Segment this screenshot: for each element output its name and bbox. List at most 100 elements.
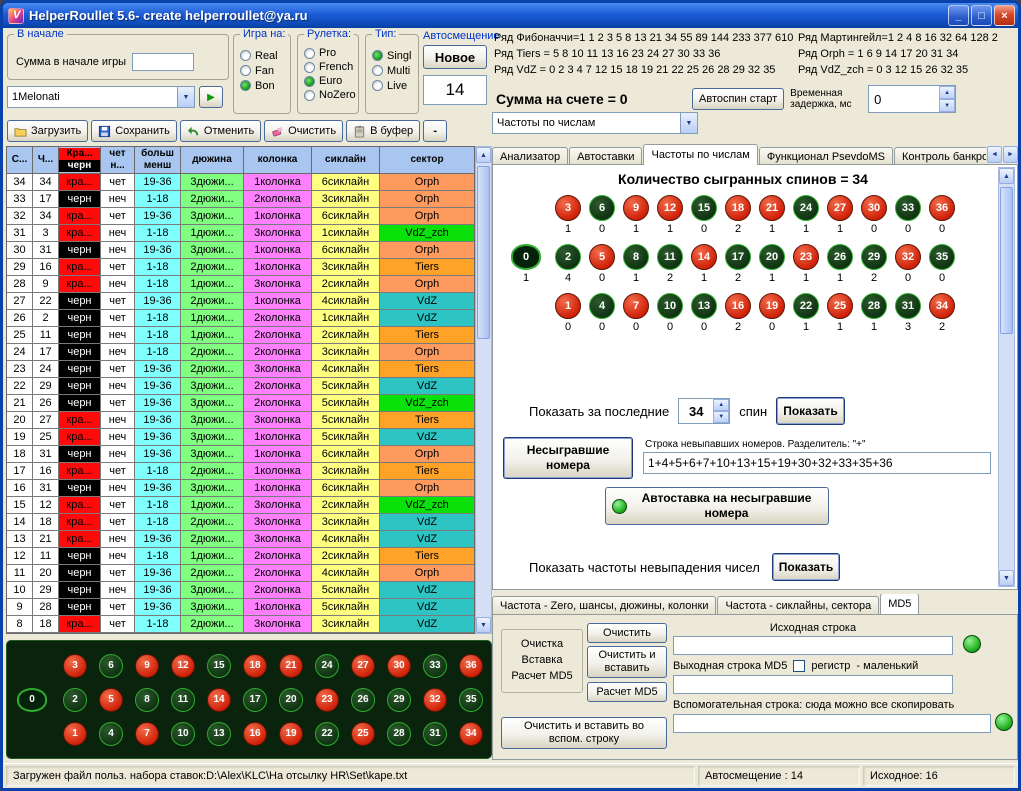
wheel-number-13[interactable]: 13 [691,293,717,319]
wheel-number-36[interactable]: 36 [459,654,483,678]
table-row[interactable]: 1716кра...чет1-182дюжи...1колонка3сиклай… [7,463,474,480]
scrollbar-track[interactable] [476,163,491,617]
wheel-number-25[interactable]: 25 [827,293,853,319]
wheel-number-22[interactable]: 22 [793,293,819,319]
radio-euro[interactable]: Euro [304,74,358,88]
wheel-number-21[interactable]: 21 [759,195,785,221]
md5-clear-paste-button[interactable]: Очистить и вставить [587,646,667,678]
scroll-down-icon[interactable]: ▼ [476,617,491,633]
wheel-number-8[interactable]: 8 [135,688,159,712]
wheel-number-27[interactable]: 27 [827,195,853,221]
save-button[interactable]: Сохранить [91,120,177,142]
wheel-number-20[interactable]: 20 [279,688,303,712]
table-row[interactable]: 313кра...неч1-181дюжи...3колонка1сиклайн… [7,225,474,242]
bottom-tab-1[interactable]: Частота - сиклайны, сектора [717,596,879,614]
wheel-number-17[interactable]: 17 [725,244,751,270]
table-row[interactable]: 1831черннеч19-363дюжи...1колонка6сиклайн… [7,446,474,463]
wheel-number-32[interactable]: 32 [895,244,921,270]
delay-spinner[interactable]: 0 ▲▼ [868,85,956,113]
wheel-number-15[interactable]: 15 [207,654,231,678]
clear-button[interactable]: Очистить [264,120,343,142]
bottom-tab-0[interactable]: Частота - Zero, шансы, дюжины, колонки [492,596,716,614]
bottom-tab-2[interactable]: MD5 [880,594,919,614]
wheel-number-28[interactable]: 28 [387,722,411,746]
wheel-number-27[interactable]: 27 [351,654,375,678]
wheel-number-11[interactable]: 11 [657,244,683,270]
wheel-number-23[interactable]: 23 [793,244,819,270]
wheel-number-6[interactable]: 6 [589,195,615,221]
wheel-number-19[interactable]: 19 [759,293,785,319]
wheel-number-23[interactable]: 23 [315,688,339,712]
maximize-button[interactable]: □ [971,5,992,26]
table-row[interactable]: 2417черннеч1-182дюжи...2колонка3сиклайнO… [7,344,474,361]
wheel-number-35[interactable]: 35 [459,688,483,712]
table-row[interactable]: 2511черннеч1-181дюжи...2колонка2сиклайнT… [7,327,474,344]
wheel-number-20[interactable]: 20 [759,244,785,270]
md5-calc-button[interactable]: Расчет MD5 [587,682,667,702]
spin-up-icon[interactable]: ▲ [713,399,729,411]
wheel-number-0[interactable]: 0 [511,244,541,270]
buffer-button[interactable]: В буфер [346,120,420,142]
table-scrollbar[interactable]: ▲ ▼ [475,146,492,634]
wheel-number-33[interactable]: 33 [423,654,447,678]
wheel-number-26[interactable]: 26 [351,688,375,712]
table-row[interactable]: 1512кра...чет1-181дюжи...3колонка2сиклай… [7,497,474,514]
main-tab-4[interactable]: Контроль банкролла [894,147,986,165]
table-row[interactable]: 1925кра...неч19-363дюжи...1колонка5сикла… [7,429,474,446]
show-missing-frequency-button[interactable]: Показать [772,553,841,581]
main-tab-2[interactable]: Частоты по числам [643,144,757,165]
scroll-down-icon[interactable]: ▼ [999,570,1014,586]
scrollbar-thumb[interactable] [1000,187,1013,334]
play-button[interactable]: ▶ [199,86,223,108]
md5-clear-button[interactable]: Очистить [587,623,667,643]
table-row[interactable]: 1321кра...неч19-362дюжи...3колонка4сикла… [7,531,474,548]
wheel-number-26[interactable]: 26 [827,244,853,270]
wheel-number-9[interactable]: 9 [135,654,159,678]
wheel-number-29[interactable]: 29 [861,244,887,270]
radio-multi[interactable]: Multi [372,63,418,78]
output-string-field[interactable] [673,675,953,694]
radio-fan[interactable]: Fan [240,63,290,78]
wheel-number-2[interactable]: 2 [555,244,581,270]
wheel-number-10[interactable]: 10 [171,722,195,746]
table-row[interactable]: 928чернчет19-363дюжи...1колонка5сиклайнV… [7,599,474,616]
wheel-number-1[interactable]: 1 [63,722,87,746]
wheel-number-5[interactable]: 5 [589,244,615,270]
table-row[interactable]: 1029черннеч19-363дюжи...2колонка5сиклайн… [7,582,474,599]
tab-scroll-left-icon[interactable]: ◄ [987,146,1002,163]
wheel-number-31[interactable]: 31 [895,293,921,319]
wheel-number-30[interactable]: 30 [861,195,887,221]
wheel-number-17[interactable]: 17 [243,688,267,712]
missed-numbers-button[interactable]: Несыгравшие номера [503,437,633,479]
table-row[interactable]: 3434кра...чет19-363дюжи...1колонка6сикла… [7,174,474,191]
radio-pro[interactable]: Pro [304,46,358,60]
wheel-number-21[interactable]: 21 [279,654,303,678]
green-led-button[interactable] [995,713,1013,731]
wheel-number-30[interactable]: 30 [387,654,411,678]
scrollbar-thumb[interactable] [477,166,490,339]
wheel-number-11[interactable]: 11 [171,688,195,712]
radio-bon[interactable]: Bon [240,78,290,93]
wheel-number-33[interactable]: 33 [895,195,921,221]
wheel-number-7[interactable]: 7 [623,293,649,319]
wheel-number-29[interactable]: 29 [387,688,411,712]
preset-dropdown[interactable]: 1Melonati ▼ [7,86,195,108]
wheel-number-18[interactable]: 18 [725,195,751,221]
wheel-number-28[interactable]: 28 [861,293,887,319]
wheel-number-36[interactable]: 36 [929,195,955,221]
new-button[interactable]: Новое [423,45,487,69]
load-button[interactable]: Загрузить [7,120,88,142]
wheel-number-34[interactable]: 34 [459,722,483,746]
md5-clear-paste-aux-button[interactable]: Очистить и вставить во вспом. строку [501,717,667,749]
wheel-number-25[interactable]: 25 [351,722,375,746]
scroll-up-icon[interactable]: ▲ [476,147,491,163]
main-tab-0[interactable]: Анализатор [492,147,568,165]
wheel-number-1[interactable]: 1 [555,293,581,319]
wheel-number-7[interactable]: 7 [135,722,159,746]
table-row[interactable]: 1120чернчет19-362дюжи...2колонка4сиклайн… [7,565,474,582]
table-row[interactable]: 1631черннеч19-363дюжи...1колонка6сиклайн… [7,480,474,497]
aux-string-field[interactable] [673,714,991,733]
wheel-number-16[interactable]: 16 [243,722,267,746]
green-led-button[interactable] [963,635,981,653]
main-tab-1[interactable]: Автоставки [569,147,642,165]
